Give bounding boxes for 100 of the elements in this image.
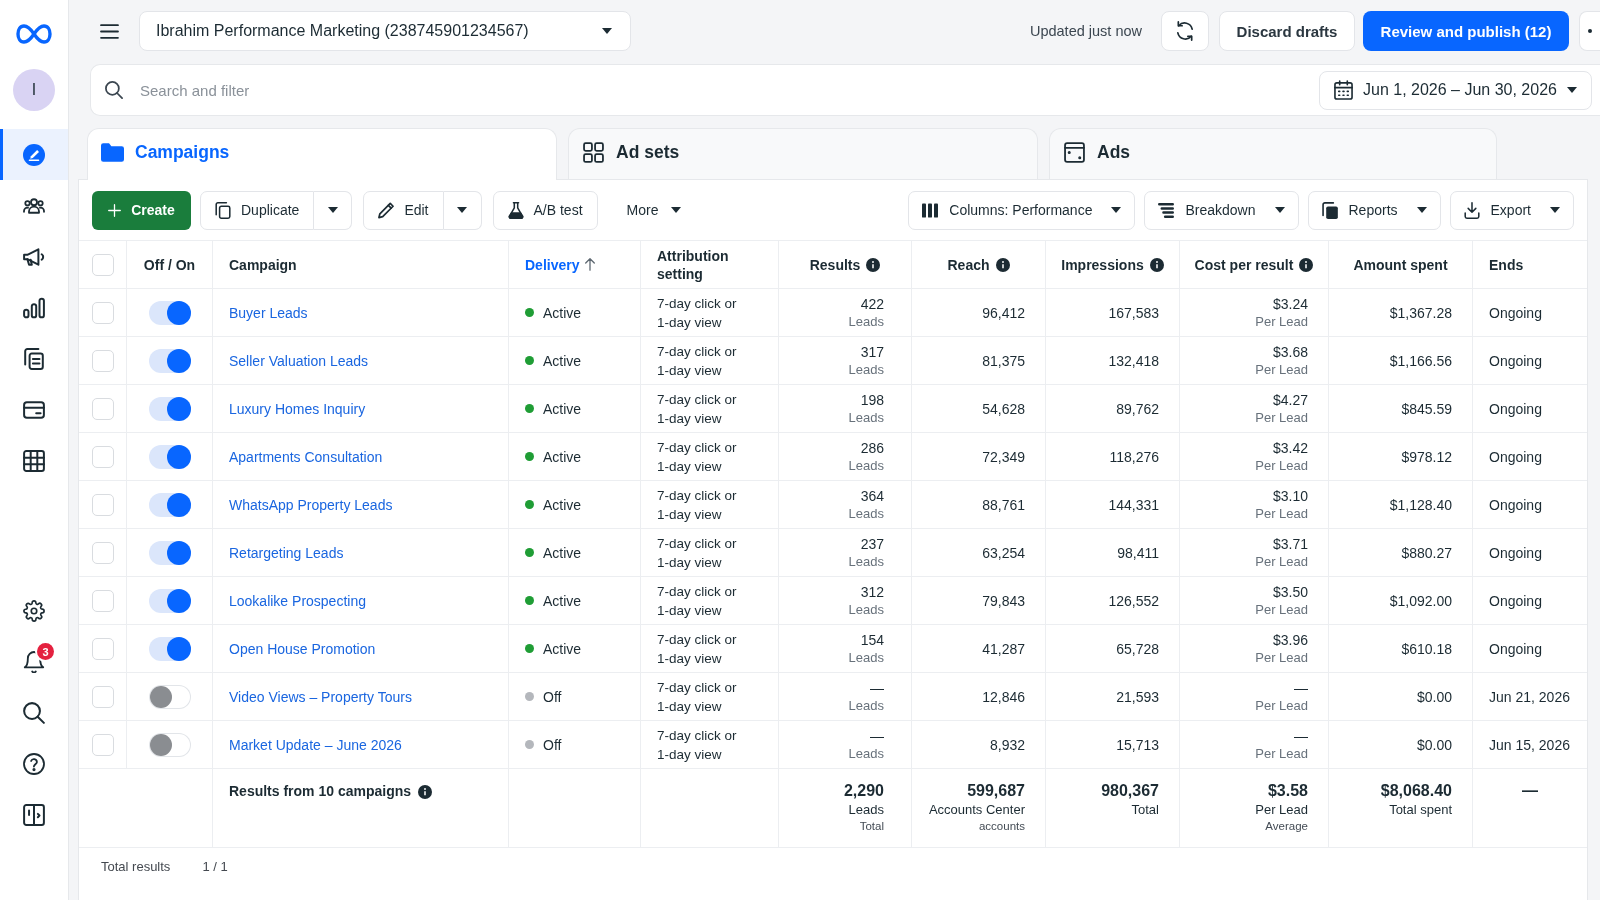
column-header[interactable]: Cost per result xyxy=(1194,255,1294,274)
create-button[interactable]: Create xyxy=(92,190,191,230)
campaign-link[interactable]: Market Update – June 2026 xyxy=(229,736,402,753)
toggle-switch[interactable] xyxy=(148,732,191,757)
download-icon xyxy=(1463,201,1480,219)
caret-icon xyxy=(1274,207,1285,213)
campaign-link[interactable]: Apartments Consultation xyxy=(229,448,383,465)
caret-icon xyxy=(1111,207,1122,213)
tab[interactable]: Ads xyxy=(1049,128,1497,179)
column-header[interactable]: Reach xyxy=(947,255,990,274)
cost-unit: Per Lead xyxy=(1255,648,1308,667)
campaign-link[interactable]: Seller Valuation Leads xyxy=(229,352,369,369)
ab-test-button[interactable]: A/B test xyxy=(492,190,598,230)
toggle-switch[interactable] xyxy=(148,396,191,421)
row-checkbox[interactable] xyxy=(91,685,114,708)
toggle-switch[interactable] xyxy=(148,300,191,325)
campaign-link[interactable]: Video Views – Property Tours xyxy=(229,688,412,705)
info-icon[interactable] xyxy=(1299,257,1314,272)
results-unit: Leads xyxy=(848,312,884,331)
copy-icon xyxy=(215,201,231,219)
cost-unit: Per Lead xyxy=(1255,600,1308,619)
cost-unit: Per Lead xyxy=(1255,552,1308,571)
results-value: — xyxy=(870,678,884,697)
toggle-switch[interactable] xyxy=(148,540,191,565)
notification-badge: 3 xyxy=(37,643,54,660)
column-header[interactable]: Ends xyxy=(1489,255,1524,274)
menu-icon xyxy=(99,23,119,39)
attribution-setting: 7-day click or 1-day view xyxy=(657,534,738,572)
reports-button[interactable]: Reports xyxy=(1307,190,1441,230)
refresh-button[interactable] xyxy=(1161,11,1209,51)
more-menu-button[interactable]: More xyxy=(610,190,698,230)
duplicate-button[interactable]: Duplicate xyxy=(200,190,315,230)
row-checkbox[interactable] xyxy=(91,733,114,756)
publish-button[interactable]: Review and publish (12) xyxy=(1363,11,1569,51)
campaign-link[interactable]: Open House Promotion xyxy=(229,640,376,657)
cost-value: $4.27 xyxy=(1272,390,1308,409)
sidebar-item[interactable]: 3 xyxy=(0,636,68,687)
campaign-link[interactable]: Lookalike Prospecting xyxy=(229,592,366,609)
discard-drafts-button[interactable]: Discard drafts xyxy=(1219,11,1355,51)
search-field[interactable]: Search and filter xyxy=(90,64,1319,116)
tab[interactable]: Campaigns xyxy=(87,128,557,180)
row-checkbox[interactable] xyxy=(91,301,114,324)
column-header[interactable]: Off / On xyxy=(143,255,196,274)
info-icon[interactable] xyxy=(995,257,1010,272)
caret-icon xyxy=(1567,87,1577,93)
info-icon[interactable] xyxy=(1149,257,1164,272)
row-checkbox[interactable] xyxy=(91,349,114,372)
bar-chart-icon xyxy=(23,296,45,319)
breakdown-button[interactable]: Breakdown xyxy=(1144,190,1299,230)
summary-label: Results from 10 campaigns xyxy=(229,783,412,800)
toggle-switch[interactable] xyxy=(148,684,191,709)
column-header[interactable]: Impressions xyxy=(1061,255,1144,274)
row-checkbox[interactable] xyxy=(91,637,114,660)
row-checkbox[interactable] xyxy=(91,589,114,612)
toggle-switch[interactable] xyxy=(148,636,191,661)
date-range-button[interactable]: Jun 1, 2026 – Jun 30, 2026 xyxy=(1319,70,1592,110)
toggle-switch[interactable] xyxy=(148,588,191,613)
select-all-checkbox[interactable] xyxy=(91,253,114,276)
campaign-link[interactable]: Buyer Leads xyxy=(229,304,308,321)
delivery-status: Off xyxy=(543,688,562,705)
caret-icon xyxy=(327,207,338,213)
row-checkbox[interactable] xyxy=(91,397,114,420)
row-checkbox[interactable] xyxy=(91,493,114,516)
column-header[interactable]: Delivery xyxy=(525,255,580,274)
column-header[interactable]: Results xyxy=(809,255,861,274)
toggle-switch[interactable] xyxy=(148,492,191,517)
columns-button[interactable]: Columns: Performance xyxy=(908,190,1136,230)
campaign-link[interactable]: WhatsApp Property Leads xyxy=(229,496,393,513)
impressions-value: 167,583 xyxy=(1108,303,1159,322)
reach-value: 41,287 xyxy=(982,639,1025,658)
info-icon[interactable] xyxy=(418,785,433,799)
campaign-link[interactable]: Luxury Homes Inquiry xyxy=(229,400,366,417)
toggle-switch[interactable] xyxy=(148,348,191,373)
row-checkbox[interactable] xyxy=(91,445,114,468)
column-header[interactable]: Campaign xyxy=(229,255,297,274)
column-header[interactable]: Amount spent xyxy=(1353,255,1448,274)
card-icon xyxy=(23,398,45,421)
column-header[interactable]: Attribution setting xyxy=(657,246,762,283)
attribution-setting: 7-day click or 1-day view xyxy=(657,630,738,668)
row-checkbox[interactable] xyxy=(91,541,114,564)
export-button[interactable]: Export xyxy=(1449,190,1574,230)
delivery-status: Active xyxy=(543,640,582,657)
edit-button[interactable]: Edit xyxy=(363,190,444,230)
search-input[interactable]: Search and filter xyxy=(140,72,1319,108)
avatar[interactable]: I xyxy=(13,69,55,111)
account-selector[interactable]: Ibrahim Performance Marketing (238745901234567) xyxy=(139,11,631,51)
reach-value: 88,761 xyxy=(982,495,1025,514)
squares-icon xyxy=(582,141,605,163)
results-value: 422 xyxy=(860,294,884,313)
cost-value: $3.42 xyxy=(1272,438,1308,457)
end-date: Ongoing xyxy=(1489,448,1542,465)
amount-spent-value: $1,367.28 xyxy=(1389,303,1452,322)
campaign-link[interactable]: Retargeting Leads xyxy=(229,544,344,561)
info-icon[interactable] xyxy=(866,257,881,272)
dot-icon xyxy=(1588,29,1592,33)
toggle-switch[interactable] xyxy=(148,444,191,469)
amount-spent-value: $880.27 xyxy=(1401,543,1452,562)
impressions-value: 144,331 xyxy=(1108,495,1159,514)
tab[interactable]: Ad sets xyxy=(568,128,1038,179)
arrow-up-icon xyxy=(585,258,596,271)
